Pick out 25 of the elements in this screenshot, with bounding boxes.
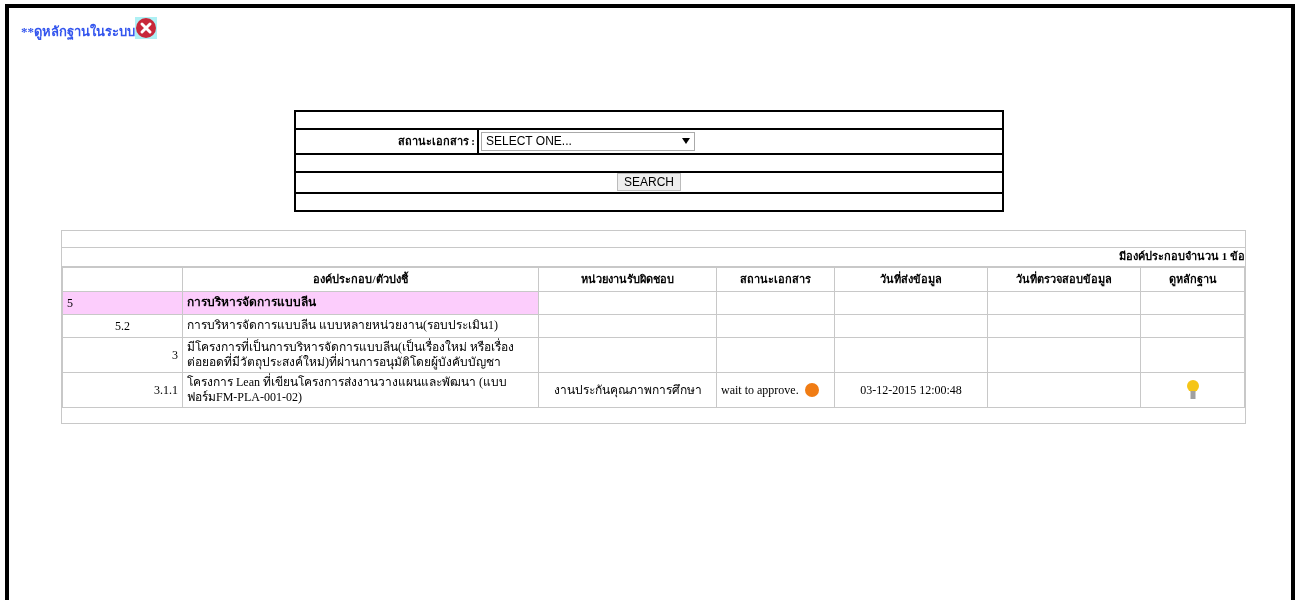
dropdown-caret-icon — [682, 138, 690, 144]
close-icon[interactable] — [135, 16, 157, 39]
count-text: มีองค์ประกอบจำนวน 1 ข้อ — [1119, 249, 1245, 265]
status-label: สถานะเอกสาร : — [397, 133, 475, 149]
column-header: ดูหลักฐาน — [1168, 272, 1217, 285]
row-title: การบริหารจัดการแบบลีน — [187, 295, 316, 309]
row-title: มีโครงการที่เป็นการบริหารจัดการแบบลีน(เป็นเรื่องใหม่ หรือเรื่องต่อยอดที่มีวัตถุประสงค์ใหม่)ที่ผ่านการอนุมัติโดยผู้บังคับบัญชา — [187, 339, 514, 369]
responsible-unit: งานประกันคุณภาพการศึกษา — [553, 382, 702, 397]
column-header: องค์ประกอบ/ตัวบ่งชี้ — [313, 272, 408, 285]
row-title: การบริหารจัดการแบบลีน แบบหลายหน่วยงาน(รอบประเมิน1) — [187, 318, 498, 332]
row-title: โครงการ Lean ที่เขียนโครงการส่งงานวางแผนและพัฒนา (แบบฟอร์มFM-PLA-001-02) — [187, 374, 507, 404]
lightbulb-icon[interactable] — [1185, 378, 1200, 401]
search-button[interactable]: SEARCH — [617, 173, 681, 191]
column-header: วันที่ตรวจสอบข้อมูล — [1016, 272, 1112, 285]
row-code: 5 — [67, 295, 73, 310]
row-code: 5.2 — [115, 318, 130, 333]
column-header: สถานะเอกสาร — [740, 272, 811, 285]
evidence-link[interactable]: **ดูหลักฐานในระบบ — [21, 22, 135, 42]
row-code: 3 — [172, 347, 178, 362]
sent-date: 03-12-2015 12:00:48 — [860, 382, 962, 397]
column-header: หน่วยงานรับผิดชอบ — [581, 272, 674, 285]
status-text: wait to approve. — [721, 381, 799, 399]
row-code: 3.1.1 — [154, 382, 178, 397]
status-select[interactable]: SELECT ONE... — [481, 131, 695, 151]
column-header: วันที่ส่งข้อมูล — [880, 272, 942, 285]
